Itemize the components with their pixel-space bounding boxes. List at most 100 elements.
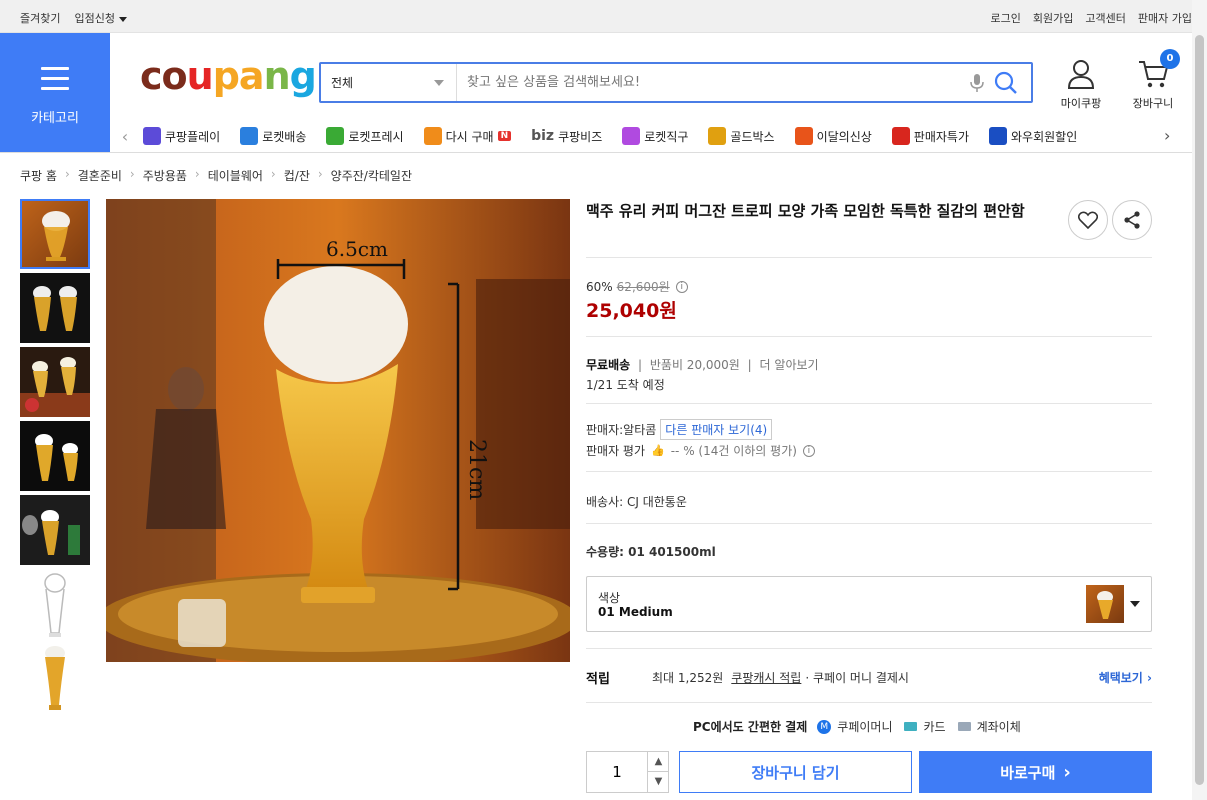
search-category-select[interactable]: 전체 [321, 64, 457, 101]
nav-left-arrow-icon[interactable]: ‹ [115, 127, 135, 146]
breadcrumb-item[interactable]: 주방용품 [143, 167, 187, 184]
nav-item[interactable]: 판매자특가 [891, 127, 969, 145]
quantity-decrease-button[interactable]: ▼ [647, 772, 669, 792]
header-divider [0, 152, 1192, 153]
nav-icon [423, 127, 442, 145]
divider [586, 403, 1152, 404]
nav-item[interactable]: 로켓직구 [622, 127, 688, 145]
option-select[interactable]: 색상 01 Medium [586, 576, 1152, 632]
nav-item[interactable]: 이달의신상 [794, 127, 872, 145]
breadcrumb-item[interactable]: 쿠팡 홈 [20, 167, 57, 184]
nav-item-label: 로켓직구 [644, 129, 689, 144]
other-sellers-button[interactable]: 다른 판매자 보기(4) [660, 419, 773, 440]
page-scrollbar[interactable] [1192, 0, 1207, 800]
quantity-input[interactable] [587, 752, 647, 792]
chevron-right-icon: › [64, 167, 70, 181]
nav-icon [143, 127, 161, 145]
search-category-value: 전체 [331, 76, 354, 90]
breadcrumb-item[interactable]: 컵/잔 [284, 167, 310, 184]
search-input[interactable] [457, 64, 967, 101]
favorites-link[interactable]: 즐겨찾기 [20, 10, 60, 26]
seller-apply-link[interactable]: 입점신청 [74, 10, 127, 26]
seller-name: 판매자:알타콤 [586, 423, 657, 437]
login-link[interactable]: 로그인 [991, 10, 1021, 26]
breadcrumb: 쿠팡 홈 › 결혼준비 › 주방용품 › 테이블웨어 › 컵/잔 › 양주잔/칵테일잔 [20, 167, 412, 184]
nav-item[interactable]: 골드박스 [708, 127, 775, 145]
customer-center-link[interactable]: 고객센터 [1085, 10, 1125, 26]
info-icon[interactable]: i [802, 444, 815, 457]
breadcrumb-item[interactable]: 양주잔/칵테일잔 [331, 167, 412, 184]
nav-item-label: 와우회원할인 [1011, 129, 1078, 144]
quantity-increase-button[interactable]: ▲ [647, 752, 669, 772]
bank-transfer-icon [957, 722, 971, 731]
nav-icon [891, 127, 910, 145]
divider [586, 523, 1152, 524]
main-product-image[interactable]: 6.5cm 21cm [106, 199, 570, 662]
search-bar: 전체 [319, 62, 1033, 103]
thumbnail-3[interactable] [20, 347, 90, 417]
buy-now-button[interactable]: 바로구매 › [919, 751, 1152, 793]
thumbnail-7[interactable] [20, 643, 90, 713]
nav-item[interactable]: 와우회원할인 [989, 127, 1077, 145]
width-label: 6.5cm [326, 237, 388, 261]
original-price: 62,600원 [616, 280, 670, 294]
benefit-link[interactable]: 혜택보기 › [1099, 669, 1152, 686]
nav-item[interactable]: 다시 구매 N [423, 127, 512, 145]
learn-more-link[interactable]: 더 알아보기 [760, 358, 819, 372]
thumbs-up-icon: 👍 [651, 444, 665, 457]
nav-item[interactable]: 로켓프레시 [326, 127, 404, 145]
breadcrumb-item[interactable]: 테이블웨어 [208, 167, 263, 184]
dropdown-arrow-icon [434, 79, 444, 86]
seller-signup-link[interactable]: 판매자 가입 [1138, 10, 1192, 26]
seller-rating-label: 판매자 평가 [586, 444, 646, 458]
scrollbar-thumb[interactable] [1195, 35, 1204, 785]
thumbnail-list [20, 199, 90, 717]
share-button[interactable] [1112, 200, 1152, 240]
my-coupang-button[interactable]: 마이쿠팡 [1052, 58, 1110, 111]
pay-method-coupay: 쿠페이머니 [837, 720, 893, 734]
nav-icon [989, 127, 1007, 145]
search-icon[interactable] [993, 70, 1019, 96]
add-to-cart-button[interactable]: 장바구니 담기 [679, 751, 912, 793]
sale-price: 25,040원 [586, 300, 677, 322]
reward-condition: · 쿠페이 머니 결제시 [805, 671, 909, 685]
coupang-logo[interactable]: coupang [140, 54, 317, 98]
capacity: 수용량: 01 401500ml [586, 545, 716, 559]
nav-item[interactable]: 쿠팡플레이 [143, 127, 220, 145]
breadcrumb-item[interactable]: 결혼준비 [78, 167, 122, 184]
nav-right-arrow-icon[interactable]: › [1164, 126, 1170, 145]
nav-item-label: 골드박스 [730, 129, 775, 144]
nav-item[interactable]: biz 쿠팡비즈 [531, 128, 602, 145]
new-badge: N [497, 131, 512, 141]
thumbnail-6[interactable] [20, 569, 90, 639]
thumbnail-4[interactable] [20, 421, 90, 491]
divider [586, 336, 1152, 337]
easy-pay-title: PC에서도 간편한 결제 [693, 720, 808, 734]
nav-item[interactable]: 로켓배송 [240, 127, 306, 145]
heart-icon [1078, 211, 1098, 229]
height-label: 21cm [464, 439, 489, 500]
chevron-right-icon: › [1147, 671, 1152, 685]
user-icon [1067, 60, 1095, 89]
thumbnail-2[interactable] [20, 273, 90, 343]
wishlist-button[interactable] [1068, 200, 1108, 240]
discount-rate: 60% [586, 279, 613, 294]
service-nav: ‹ 쿠팡플레이 로켓배송 로켓프레시 다시 구매 Nbiz 쿠팡비즈 로켓직구 골드박스 이달의… [115, 124, 1190, 148]
hamburger-icon [41, 67, 69, 97]
thumbnail-5[interactable] [20, 495, 90, 565]
option-thumbnail [1086, 585, 1124, 623]
category-button[interactable]: 카테고리 [0, 33, 110, 153]
nav-item-label: 다시 구매 [445, 129, 494, 144]
nav-icon [622, 127, 641, 145]
nav-item-label: 로켓프레시 [348, 129, 404, 144]
info-icon[interactable]: i [675, 280, 688, 293]
thumbnail-1[interactable] [20, 199, 90, 269]
reward-cash-link[interactable]: 쿠팡캐시 적립 [731, 669, 801, 686]
reward-amount: 최대 1,252원 [652, 671, 724, 685]
category-label: 카테고리 [31, 111, 79, 126]
coupay-money-icon: M [817, 719, 832, 734]
signup-link[interactable]: 회원가입 [1033, 10, 1073, 26]
pay-method-transfer: 계좌이체 [976, 720, 1021, 734]
free-shipping: 무료배송 [586, 358, 631, 372]
microphone-icon[interactable] [967, 71, 987, 95]
